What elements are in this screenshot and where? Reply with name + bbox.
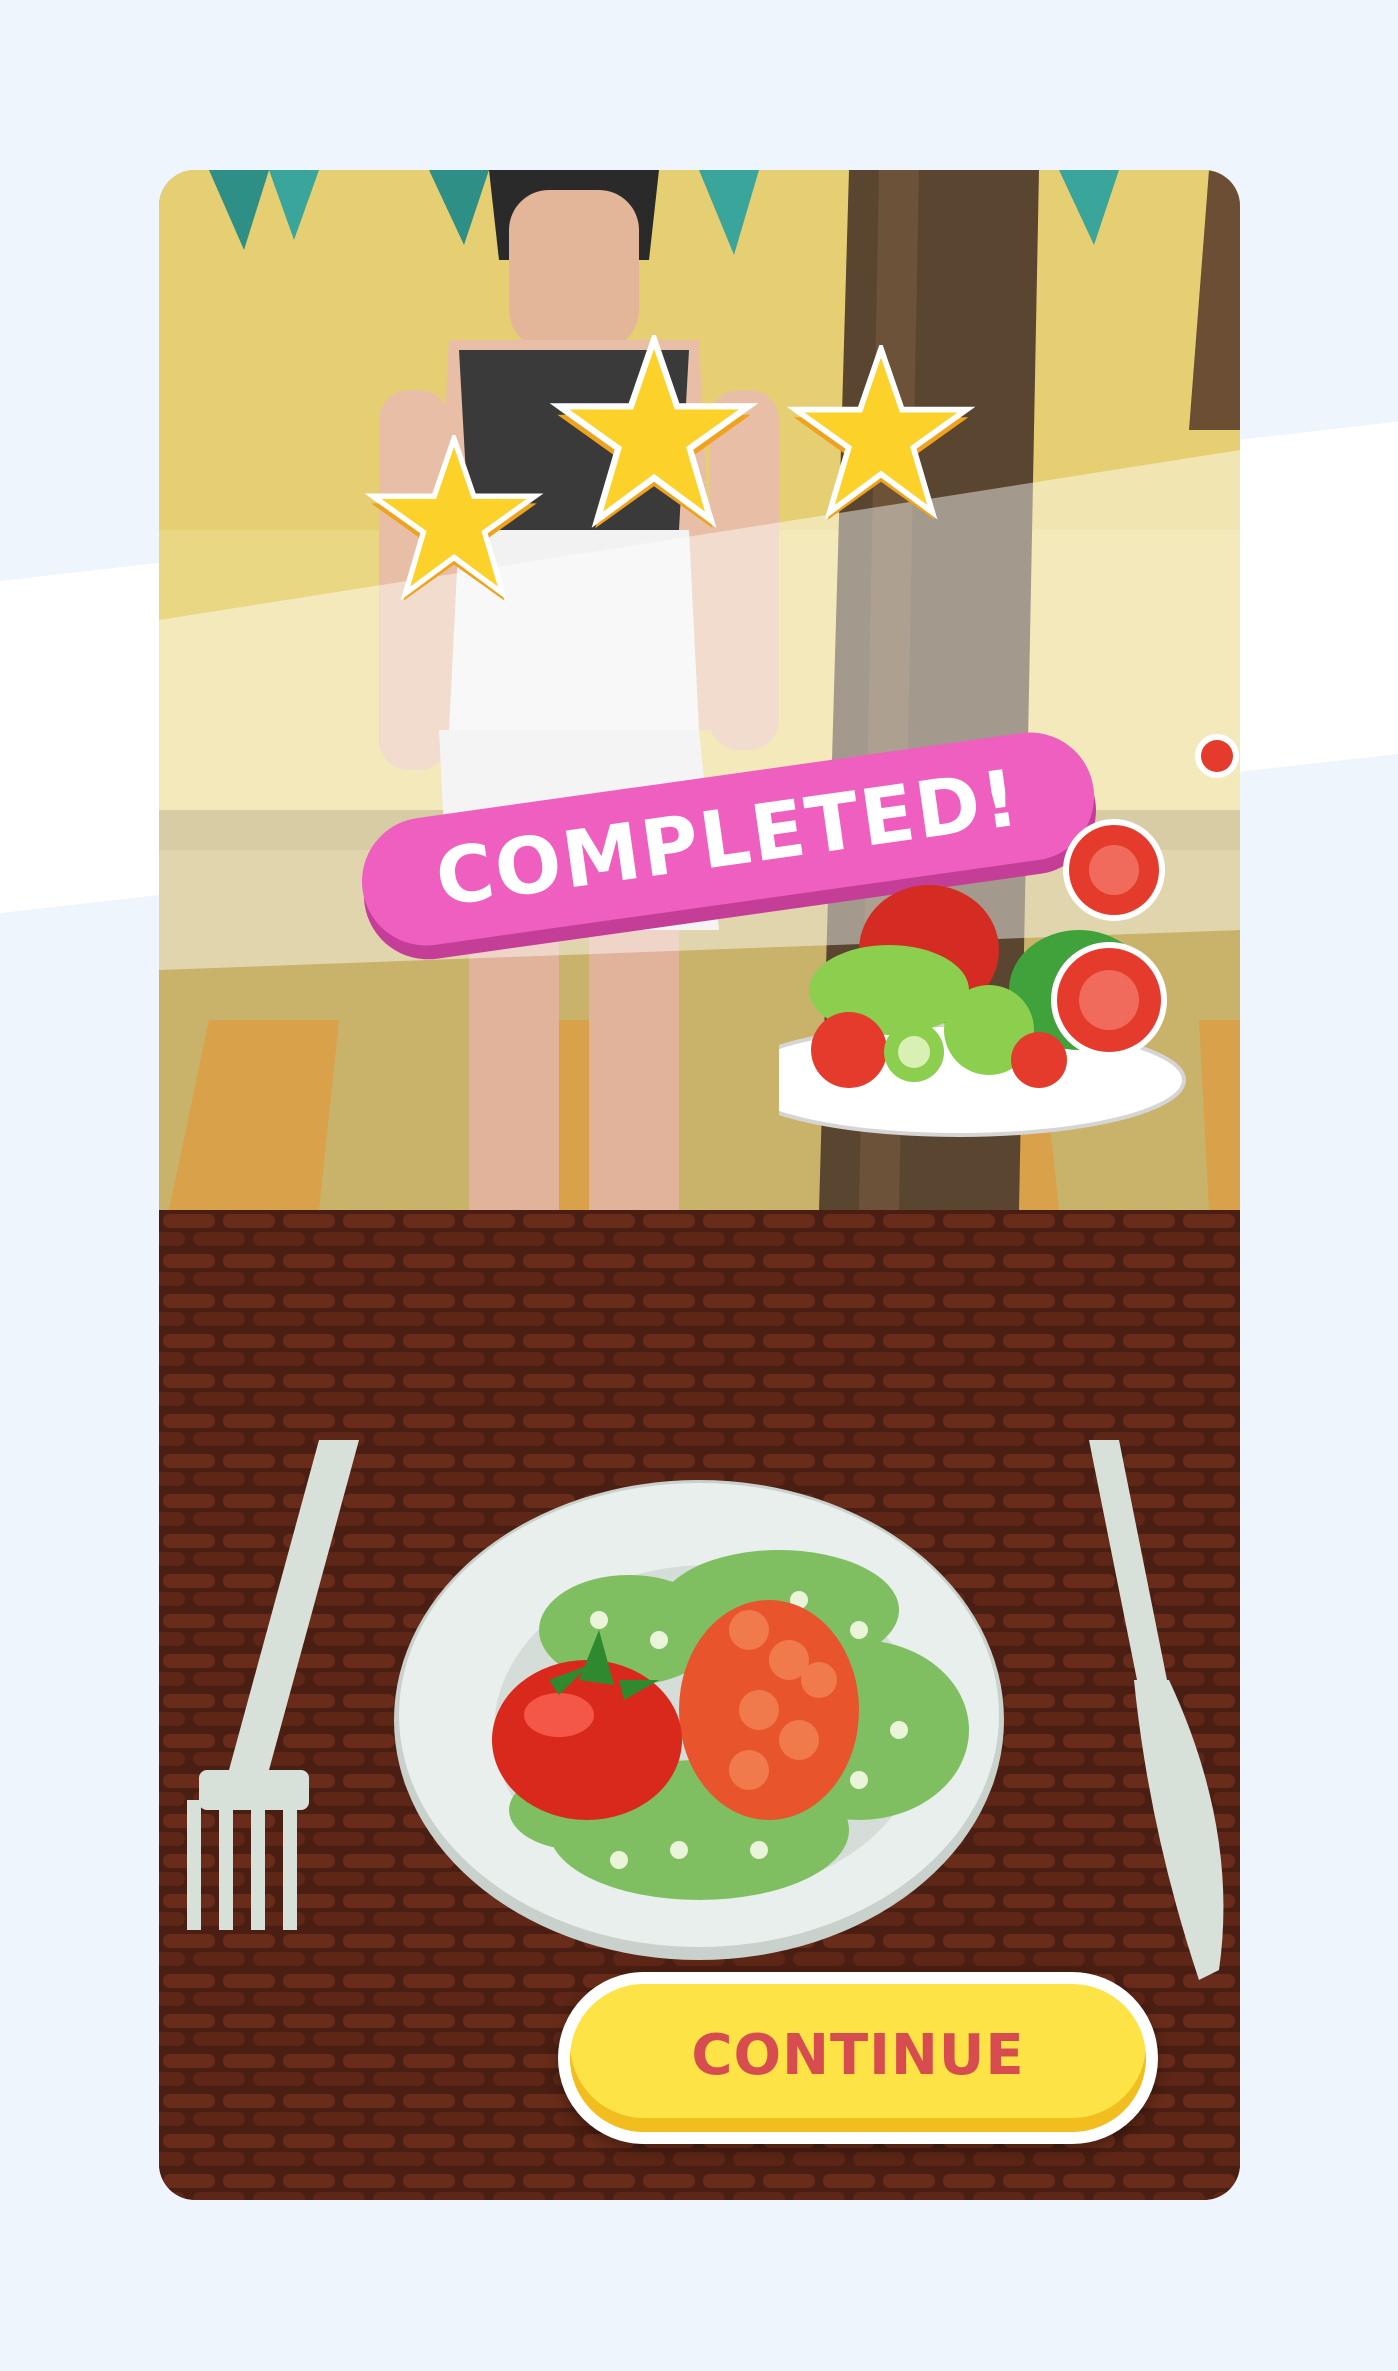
continue-label: CONTINUE [691, 2022, 1025, 2088]
continue-button-face[interactable]: CONTINUE [570, 1984, 1146, 2132]
level-complete-overlay: COMPLETED! CONTINUE [159, 170, 1240, 2200]
star-icon [549, 335, 759, 529]
continue-button[interactable]: CONTINUE [558, 1972, 1158, 2144]
game-screen[interactable]: COMPLETED! CONTINUE [159, 170, 1240, 2200]
salad-plate-icon [779, 734, 1239, 1137]
star-icon [786, 345, 976, 520]
star-icon [364, 435, 544, 601]
